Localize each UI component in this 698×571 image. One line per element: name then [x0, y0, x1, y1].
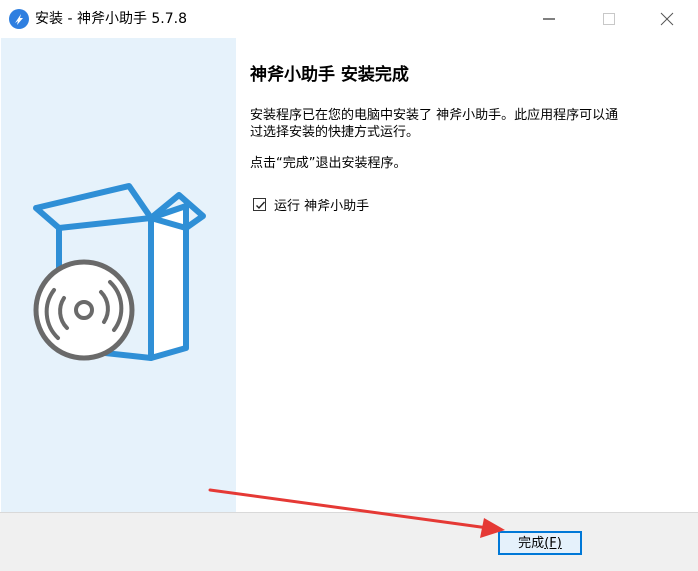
completion-description: 安装程序已在您的电脑中安装了 神斧小助手。此应用程序可以通 过选择安装的快捷方式… — [250, 107, 686, 141]
software-box-disc-icon — [33, 183, 206, 361]
finish-label: 完成 — [518, 536, 545, 551]
minimize-button[interactable] — [520, 0, 578, 38]
window-title: 安装 - 神斧小助手 5.7.8 — [35, 11, 188, 27]
installer-window: 安装 - 神斧小助手 5.7.8 神斧小助手 安装完成 安装程序已在您的电脑中安… — [0, 0, 698, 571]
button-bar: 完成(F) — [0, 512, 698, 571]
checkmark-icon — [256, 201, 266, 209]
description-line: 过选择安装的快捷方式运行。 — [250, 125, 420, 140]
exit-hint: 点击“完成”退出安装程序。 — [250, 156, 407, 171]
completion-content: 神斧小助手 安装完成 安装程序已在您的电脑中安装了 神斧小助手。此应用程序可以通… — [236, 38, 698, 512]
app-logo-icon — [9, 9, 29, 29]
run-app-label[interactable]: 运行 神斧小助手 — [274, 195, 369, 214]
close-icon — [660, 12, 674, 26]
page-title: 神斧小助手 安装完成 — [250, 65, 409, 85]
minimize-icon — [543, 18, 555, 20]
setup-graphic-panel — [1, 38, 236, 512]
maximize-button[interactable] — [580, 0, 638, 38]
close-button[interactable] — [638, 0, 696, 38]
maximize-icon — [603, 13, 615, 25]
finish-accelerator: (F) — [544, 536, 562, 551]
run-app-option[interactable]: 运行 神斧小助手 — [253, 195, 369, 214]
finish-button[interactable]: 完成(F) — [498, 531, 582, 555]
title-bar[interactable]: 安装 - 神斧小助手 5.7.8 — [0, 0, 698, 38]
description-line: 安装程序已在您的电脑中安装了 神斧小助手。此应用程序可以通 — [250, 108, 619, 123]
run-app-checkbox[interactable] — [253, 197, 266, 211]
